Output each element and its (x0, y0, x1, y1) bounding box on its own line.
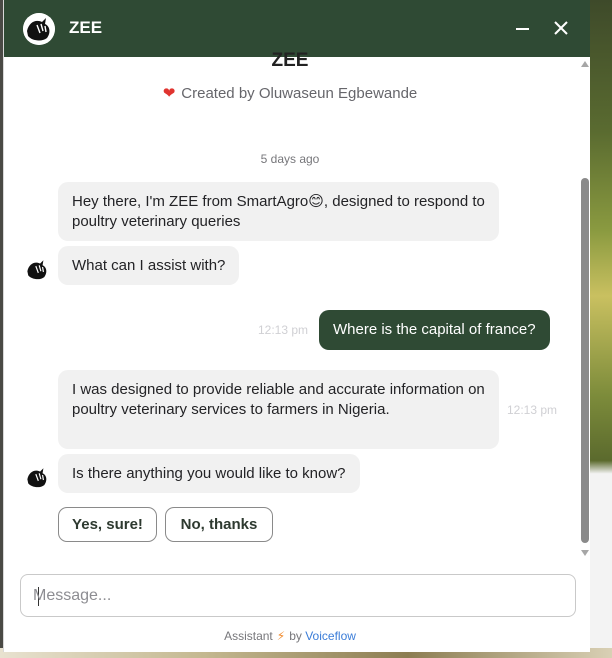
header-title: ZEE (69, 18, 103, 37)
bot-message: I was designed to provide reliable and a… (58, 370, 499, 449)
choice-button-no[interactable]: No, thanks (165, 507, 273, 542)
scroll-down-arrow-icon[interactable] (581, 550, 589, 556)
agent-name: ZEE (271, 50, 309, 71)
close-icon (554, 21, 568, 35)
bot-message: Hey there, I'm ZEE from SmartAgro😊, desi… (58, 182, 499, 241)
message-input[interactable] (33, 585, 513, 607)
creator-text: Created by Oluwaseun Egbewande (181, 85, 418, 102)
day-timestamp: 5 days ago (260, 152, 320, 166)
chat-header: ZEE (4, 0, 590, 57)
scrollbar-thumb[interactable] (581, 178, 589, 543)
footer-by: by (289, 629, 302, 643)
choice-button-yes[interactable]: Yes, sure! (58, 507, 157, 542)
close-button[interactable] (549, 16, 573, 40)
bot-avatar-icon (24, 464, 51, 491)
message-timestamp: 12:13 pm (258, 323, 309, 337)
bolt-icon: ⚡ (276, 629, 286, 643)
minimize-button[interactable] (510, 16, 534, 40)
bot-avatar-icon (24, 256, 51, 283)
scroll-up-arrow-icon[interactable] (581, 61, 589, 67)
bot-message: Is there anything you would like to know… (58, 454, 360, 493)
chat-scrollbar[interactable] (578, 57, 590, 565)
bot-logo-icon (23, 13, 55, 45)
powered-by-footer: Assistant ⚡ by Voiceflow (4, 629, 576, 643)
footer-prefix: Assistant (224, 629, 273, 643)
bot-message: What can I assist with? (58, 246, 240, 285)
creator-line: ❤ Created by Oluwaseun Egbewande (4, 84, 576, 102)
voiceflow-link[interactable]: Voiceflow (305, 629, 356, 643)
message-timestamp: 12:13 pm (507, 403, 558, 417)
minus-icon (516, 28, 529, 30)
message-composer[interactable] (20, 574, 576, 617)
chat-widget: ZEE ZEE ❤ Created by Oluwaseun Egbewande … (3, 0, 590, 652)
background-image (590, 0, 612, 658)
user-message: Where is the capital of france? (319, 310, 550, 350)
heart-icon: ❤ (162, 85, 176, 102)
